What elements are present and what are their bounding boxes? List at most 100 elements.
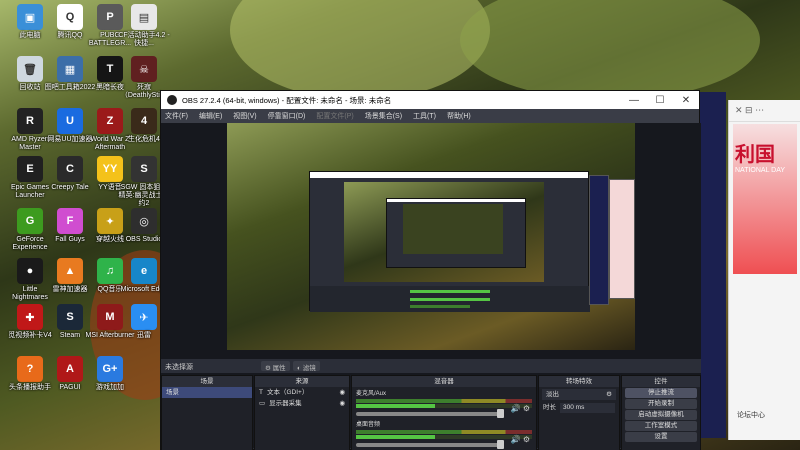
- transitions-dock: 转场特效 淡出 ⚙ 时长 300 ms: [538, 375, 620, 450]
- nested-bg-window: [609, 179, 635, 299]
- controls-dock: 控件 停止推流 开始录制 启动虚拟摄像机 工作室模式 设置: [621, 375, 701, 450]
- preview-display-capture: [227, 123, 635, 350]
- app-icon: 4: [131, 108, 157, 134]
- menu-item[interactable]: 配置文件(P): [316, 111, 353, 121]
- wallpaper-foliage: [460, 0, 760, 100]
- app-icon: 🗑: [17, 56, 43, 82]
- desktop-icon[interactable]: G+ 游戏加加: [84, 356, 136, 392]
- visibility-eye-icon[interactable]: ◉: [339, 399, 345, 409]
- properties-button[interactable]: ⚙ 属性: [261, 361, 290, 372]
- app-icon: E: [17, 156, 43, 182]
- filters-label: 滤镜: [302, 365, 316, 372]
- source-toolbar: 未选择源 ⚙ 属性 ◐ 滤镜: [161, 359, 701, 373]
- app-icon: ▣: [17, 4, 43, 30]
- app-icon: A: [57, 356, 83, 382]
- source-item-label: 显示器采集: [269, 399, 302, 407]
- sources-dock: 来源 T 文本（GDI+） ◉ ▭ 显示器采集 ◉: [254, 375, 350, 450]
- duration-label: 时长: [543, 403, 556, 411]
- obs-menubar: 文件(F) 编辑(E) 视图(V) 停靠窗口(D) 配置文件(P) 场景集合(S) 工具(T…: [161, 109, 699, 123]
- app-icon: ▦: [57, 56, 83, 82]
- maximize-button[interactable]: ☐: [647, 95, 673, 106]
- obs-logo-icon: [167, 95, 177, 105]
- app-icon: S: [57, 304, 83, 330]
- menu-item[interactable]: 视图(V): [233, 111, 256, 121]
- volume-meter: [356, 430, 532, 434]
- browser-toolbar: ✕ ⊟ ⋯: [729, 100, 800, 122]
- volume-slider-knob[interactable]: [497, 440, 504, 449]
- filters-button[interactable]: ◐ 滤镜: [293, 361, 320, 372]
- app-icon: ●: [17, 258, 43, 284]
- settings-button[interactable]: 设置: [625, 432, 697, 442]
- app-icon: ?: [17, 356, 43, 382]
- menu-item[interactable]: 文件(F): [165, 111, 188, 121]
- monitor-source-icon: ▭: [259, 399, 266, 407]
- forum-link[interactable]: 论坛中心: [737, 410, 765, 420]
- scenes-dock-title: 场景: [162, 376, 252, 387]
- volume-slider-knob[interactable]: [497, 409, 504, 418]
- nested-obs-window: [309, 171, 590, 312]
- text-source-icon: T: [259, 388, 263, 396]
- wallpaper-foliage: [230, 0, 490, 100]
- desktop-icon-label: 游戏加加: [96, 384, 124, 391]
- menu-item[interactable]: 工具(T): [413, 111, 436, 121]
- desktop-icons: ▣ 此电脑 Q 腾讯QQ P PUBG BATTLEGR... ▤ CF活动助手4.2 - 快…: [0, 0, 170, 450]
- app-icon: S: [131, 156, 157, 182]
- menu-item[interactable]: 场景集合(S): [365, 111, 402, 121]
- volume-meter: [356, 399, 532, 403]
- background-browser-window[interactable]: ✕ ⊟ ⋯ 利国 NATIONAL DAY 论坛中心: [728, 100, 800, 440]
- transitions-dock-title: 转场特效: [539, 376, 619, 387]
- app-icon: ✈: [131, 304, 157, 330]
- start-virtual-camera-button[interactable]: 启动虚拟摄像机: [625, 410, 697, 420]
- minimize-button[interactable]: —: [621, 95, 647, 106]
- app-icon: ✚: [17, 304, 43, 330]
- app-icon: ☠: [131, 56, 157, 82]
- app-icon: Q: [57, 4, 83, 30]
- menu-item[interactable]: 停靠窗口(D): [268, 111, 306, 121]
- app-icon: F: [57, 208, 83, 234]
- speaker-gear-icon[interactable]: 🔊 ⚙: [511, 435, 530, 444]
- transition-type-select[interactable]: 淡出 ⚙: [542, 389, 616, 400]
- volume-slider[interactable]: [356, 440, 504, 449]
- app-icon: G+: [97, 356, 123, 382]
- obs-window-title: OBS 27.2.4 (64-bit, windows) - 配置文件: 未命名…: [182, 95, 392, 105]
- desktop-icon[interactable]: ▤ CF活动助手4.2 - 快捷...: [118, 4, 170, 48]
- scenes-dock: 场景 场景: [161, 375, 253, 450]
- obs-window[interactable]: OBS 27.2.4 (64-bit, windows) - 配置文件: 未命名…: [160, 90, 701, 450]
- app-icon: C: [57, 156, 83, 182]
- volume-slider[interactable]: [356, 409, 504, 418]
- promo-banner[interactable]: 利国 NATIONAL DAY: [733, 124, 797, 274]
- sources-dock-title: 来源: [255, 376, 349, 387]
- nested-bg-window: [589, 175, 609, 305]
- promo-subtitle: NATIONAL DAY: [735, 167, 786, 174]
- source-item[interactable]: T 文本（GDI+） ◉: [255, 387, 349, 398]
- stop-streaming-button[interactable]: 停止推流: [625, 388, 697, 398]
- scene-item[interactable]: 场景: [162, 387, 252, 398]
- app-icon: U: [57, 108, 83, 134]
- start-recording-button[interactable]: 开始录制: [625, 399, 697, 409]
- close-button[interactable]: ✕: [673, 95, 699, 106]
- duration-input[interactable]: 300 ms: [560, 402, 615, 413]
- controls-dock-title: 控件: [622, 376, 700, 387]
- audio-mixer-dock: 混音器 麦克风/Aux 🔊 ⚙ 桌面音频 🔊 ⚙: [351, 375, 537, 450]
- background-window-dark: [700, 92, 726, 438]
- gear-icon[interactable]: ⚙: [606, 390, 612, 400]
- visibility-eye-icon[interactable]: ◉: [339, 388, 345, 398]
- speaker-gear-icon[interactable]: 🔊 ⚙: [511, 404, 530, 413]
- mixer-dock-title: 混音器: [352, 376, 536, 387]
- mixer-channel-name: 麦克风/Aux: [356, 391, 387, 397]
- obs-titlebar[interactable]: OBS 27.2.4 (64-bit, windows) - 配置文件: 未命名…: [161, 91, 699, 109]
- mixer-channel: 桌面音频 🔊 ⚙: [352, 418, 536, 449]
- menu-item[interactable]: 编辑(E): [199, 111, 222, 121]
- source-item-label: 文本（GDI+）: [266, 388, 309, 396]
- mixer-channel-name: 桌面音频: [356, 422, 381, 428]
- app-icon: ▤: [131, 4, 157, 30]
- menu-item[interactable]: 帮助(H): [447, 111, 471, 121]
- transition-duration-row: 时长 300 ms: [539, 402, 619, 413]
- app-icon: ▲: [57, 258, 83, 284]
- source-item[interactable]: ▭ 显示器采集 ◉: [255, 398, 349, 409]
- properties-label: 属性: [272, 365, 286, 372]
- app-icon: ◎: [131, 208, 157, 234]
- app-icon: R: [17, 108, 43, 134]
- app-icon: G: [17, 208, 43, 234]
- studio-mode-button[interactable]: 工作室模式: [625, 421, 697, 431]
